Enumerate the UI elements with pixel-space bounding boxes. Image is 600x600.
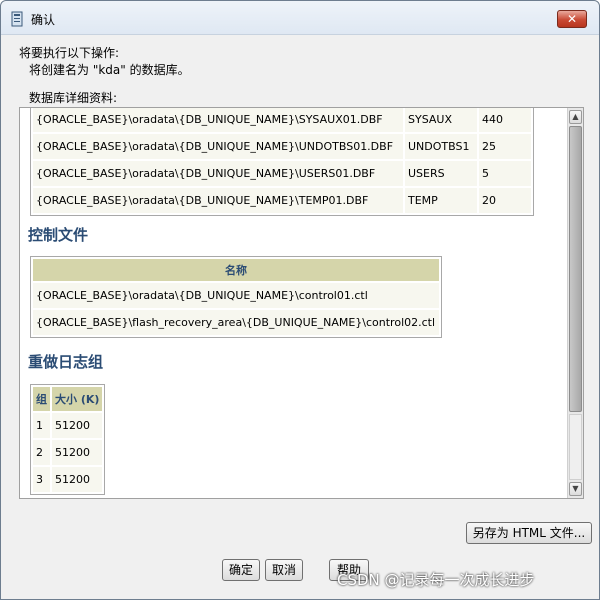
tablespace-name: USERS bbox=[405, 161, 477, 186]
watermark: CSDN @记录每一次成长进步 bbox=[337, 571, 535, 589]
table-row: {ORACLE_BASE}\oradata\{DB_UNIQUE_NAME}\T… bbox=[33, 188, 531, 213]
redo-group: 3 bbox=[33, 467, 50, 492]
tablespace-name: TEMP bbox=[405, 188, 477, 213]
scroll-down-icon[interactable]: ▼ bbox=[569, 482, 582, 496]
control-file-path: {ORACLE_BASE}\oradata\{DB_UNIQUE_NAME}\c… bbox=[33, 283, 439, 308]
ok-button[interactable]: 确定 bbox=[222, 559, 260, 581]
table-row: {ORACLE_BASE}\oradata\{DB_UNIQUE_NAME}\S… bbox=[33, 108, 531, 132]
intro-line-1: 将要执行以下操作: bbox=[19, 46, 120, 60]
cancel-button[interactable]: 取消 bbox=[265, 559, 303, 581]
control-file-path: {ORACLE_BASE}\flash_recovery_area\{DB_UN… bbox=[33, 310, 439, 335]
tablespace-name: SYSAUX bbox=[405, 108, 477, 132]
confirm-dialog: 确认 ✕ 将要执行以下操作: 将创建名为 "kda" 的数据库。 数据库详细资料… bbox=[0, 0, 600, 600]
tablespace-size: 20 bbox=[479, 188, 531, 213]
details-label: 数据库详细资料: bbox=[29, 91, 118, 105]
redo-group: 1 bbox=[33, 413, 50, 438]
redo-size: 51200 bbox=[52, 440, 103, 465]
vertical-scrollbar[interactable]: ▲ ▼ bbox=[567, 108, 583, 498]
tablespace-size: 25 bbox=[479, 134, 531, 159]
tablespace-name: UNDOTBS1 bbox=[405, 134, 477, 159]
table-row: 1 51200 bbox=[33, 413, 103, 438]
save-as-html-button[interactable]: 另存为 HTML 文件... bbox=[466, 522, 592, 544]
scrollbar-thumb[interactable] bbox=[569, 126, 582, 412]
table-row: {ORACLE_BASE}\oradata\{DB_UNIQUE_NAME}\U… bbox=[33, 134, 531, 159]
details-content: {ORACLE_BASE}\oradata\{DB_UNIQUE_NAME}\S… bbox=[20, 108, 568, 498]
redo-logs-table: 组 大小 (K) 1 51200 2 51200 3 51200 bbox=[30, 384, 106, 495]
tablespace-table: {ORACLE_BASE}\oradata\{DB_UNIQUE_NAME}\S… bbox=[30, 108, 534, 216]
table-row: {ORACLE_BASE}\oradata\{DB_UNIQUE_NAME}\U… bbox=[33, 161, 531, 186]
control-files-table: 名称 {ORACLE_BASE}\oradata\{DB_UNIQUE_NAME… bbox=[30, 256, 442, 338]
scrollbar-track[interactable] bbox=[569, 414, 582, 480]
intro-text: 将要执行以下操作: 将创建名为 "kda" 的数据库。 bbox=[19, 45, 190, 79]
table-row: {ORACLE_BASE}\flash_recovery_area\{DB_UN… bbox=[33, 310, 439, 335]
table-row: 2 51200 bbox=[33, 440, 103, 465]
redo-group-header: 组 bbox=[33, 387, 50, 411]
datafile-path: {ORACLE_BASE}\oradata\{DB_UNIQUE_NAME}\T… bbox=[33, 188, 403, 213]
table-row: {ORACLE_BASE}\oradata\{DB_UNIQUE_NAME}\c… bbox=[33, 283, 439, 308]
title-bar: 确认 ✕ bbox=[1, 1, 599, 35]
tablespace-size: 440 bbox=[479, 108, 531, 132]
database-icon bbox=[11, 11, 23, 27]
datafile-path: {ORACLE_BASE}\oradata\{DB_UNIQUE_NAME}\S… bbox=[33, 108, 403, 132]
details-panel[interactable]: {ORACLE_BASE}\oradata\{DB_UNIQUE_NAME}\S… bbox=[19, 107, 584, 499]
datafile-path: {ORACLE_BASE}\oradata\{DB_UNIQUE_NAME}\U… bbox=[33, 134, 403, 159]
control-files-column-header: 名称 bbox=[33, 259, 439, 281]
tablespace-size: 5 bbox=[479, 161, 531, 186]
scroll-up-icon[interactable]: ▲ bbox=[569, 110, 582, 124]
redo-group: 2 bbox=[33, 440, 50, 465]
control-files-heading: 控制文件 bbox=[28, 226, 89, 244]
table-row: 3 51200 bbox=[33, 467, 103, 492]
redo-size: 51200 bbox=[52, 467, 103, 492]
redo-logs-heading: 重做日志组 bbox=[28, 353, 104, 371]
close-icon[interactable]: ✕ bbox=[557, 10, 587, 28]
redo-size: 51200 bbox=[52, 413, 103, 438]
intro-line-2: 将创建名为 "kda" 的数据库。 bbox=[29, 63, 190, 77]
datafile-path: {ORACLE_BASE}\oradata\{DB_UNIQUE_NAME}\U… bbox=[33, 161, 403, 186]
window-title: 确认 bbox=[31, 13, 56, 27]
redo-size-header: 大小 (K) bbox=[52, 387, 103, 411]
